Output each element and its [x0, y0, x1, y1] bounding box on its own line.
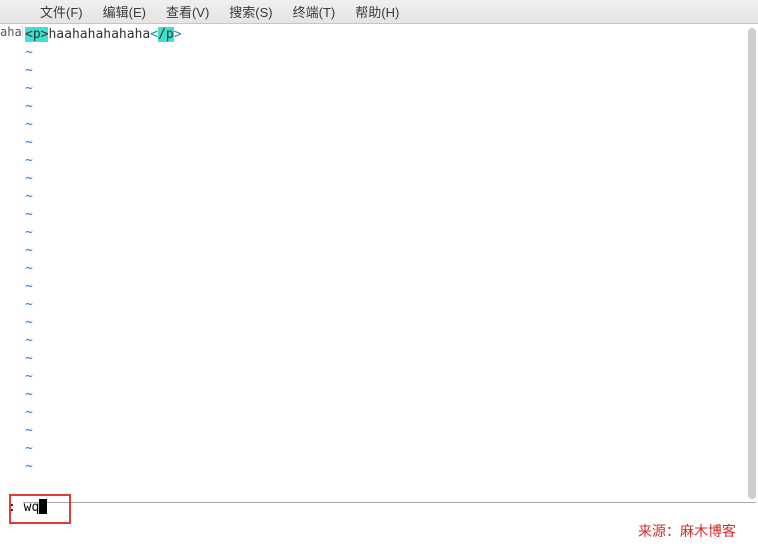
tilde-line: ~ [25, 440, 752, 458]
tilde-line: ~ [25, 134, 752, 152]
tilde-lines: ~~~~~~~~~~~~~~~~~~~~~~~~ [25, 44, 752, 476]
code-line-1: <p>haahahahahaha</p> [25, 26, 752, 44]
menu-search[interactable]: 搜索(S) [219, 0, 282, 24]
tilde-line: ~ [25, 368, 752, 386]
background-tab-fragment: ahah [0, 24, 23, 40]
tilde-line: ~ [25, 296, 752, 314]
tilde-line: ~ [25, 44, 752, 62]
tilde-line: ~ [25, 80, 752, 98]
tilde-line: ~ [25, 188, 752, 206]
tilde-line: ~ [25, 350, 752, 368]
editor-area[interactable]: <p>haahahahahaha</p> ~~~~~~~~~~~~~~~~~~~… [23, 24, 756, 501]
scrollbar[interactable] [748, 28, 756, 499]
open-tag: <p> [25, 27, 48, 42]
tilde-line: ~ [25, 422, 752, 440]
cursor-icon [39, 499, 47, 514]
menu-view[interactable]: 查看(V) [156, 0, 219, 24]
close-tag-gt: > [174, 27, 182, 42]
tilde-line: ~ [25, 314, 752, 332]
close-tag-lt: < [150, 27, 158, 42]
menu-file[interactable]: 文件(F) [30, 0, 93, 24]
tilde-line: ~ [25, 206, 752, 224]
tilde-line: ~ [25, 404, 752, 422]
menu-edit[interactable]: 编辑(E) [93, 0, 156, 24]
attribution-text: 来源：麻木博客 [638, 521, 736, 541]
tilde-line: ~ [25, 242, 752, 260]
tilde-line: ~ [25, 116, 752, 134]
tilde-line: ~ [25, 278, 752, 296]
menu-terminal[interactable]: 终端(T) [283, 0, 346, 24]
command-line[interactable]: : wq [8, 497, 47, 517]
tilde-line: ~ [25, 386, 752, 404]
menubar: 文件(F) 编辑(E) 查看(V) 搜索(S) 终端(T) 帮助(H) [0, 0, 758, 24]
tilde-line: ~ [25, 152, 752, 170]
tag-content: haahahahahaha [48, 27, 150, 42]
tilde-line: ~ [25, 224, 752, 242]
tilde-line: ~ [25, 62, 752, 80]
close-tag-name: /p [158, 27, 174, 42]
tilde-line: ~ [25, 98, 752, 116]
tilde-line: ~ [25, 170, 752, 188]
tilde-line: ~ [25, 260, 752, 278]
command-prefix: : [8, 500, 16, 515]
tilde-line: ~ [25, 332, 752, 350]
command-text: wq [24, 500, 40, 515]
editor-border-bottom [23, 502, 756, 503]
menu-help[interactable]: 帮助(H) [345, 0, 409, 24]
tilde-line: ~ [25, 458, 752, 476]
